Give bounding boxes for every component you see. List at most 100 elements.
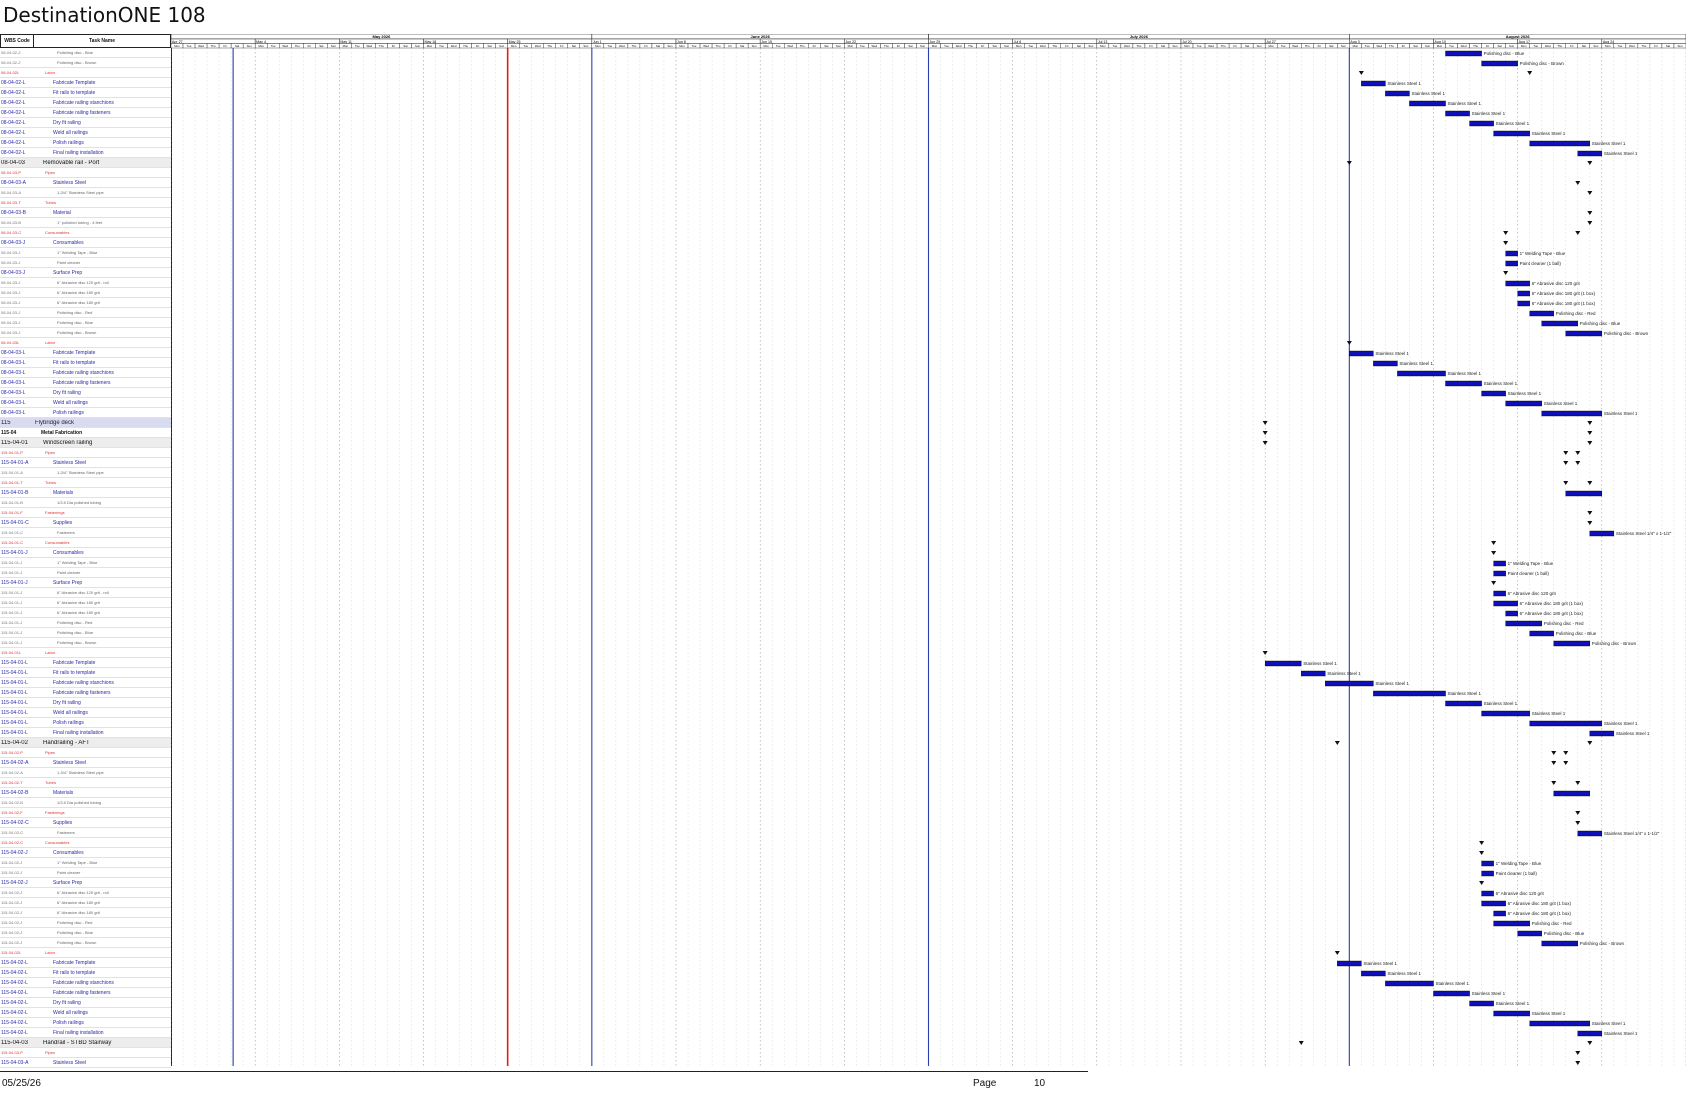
table-row[interactable]: 115-04-03 Handrail - STBD Stairway — [0, 1038, 171, 1048]
table-row[interactable]: 115-04-02-C Supplies — [0, 818, 171, 828]
table-row[interactable]: 08-04-02-L Fabricate railing stanchions — [0, 98, 171, 108]
table-row[interactable]: 115-04-02-J Polishing disc - Blue — [0, 928, 171, 938]
table-row[interactable]: 115-04-02-C Consumables — [0, 838, 171, 848]
table-row[interactable]: 115-04-03-A Stainless Steel — [0, 1058, 171, 1068]
table-row[interactable]: 115-04-01-A Stainless Steel — [0, 458, 171, 468]
table-row[interactable]: 115-04-01-J Polishing disc - Brown — [0, 638, 171, 648]
table-row[interactable]: 115-04-02-L Fabricate Template — [0, 958, 171, 968]
table-row[interactable]: 08-04-02-L Fabricate railing fasteners — [0, 108, 171, 118]
table-row[interactable]: 115-04-01L Labor — [0, 648, 171, 658]
table-row[interactable]: 115-04-01-L Fabricate Template — [0, 658, 171, 668]
table-row[interactable]: 08-04-03-J Paint cleaner — [0, 258, 171, 268]
table-row[interactable]: 08-04-03-L Fabricate Template — [0, 348, 171, 358]
table-row[interactable]: 08-04-03-L Polish railings — [0, 408, 171, 418]
table-row[interactable]: 115-04-02-A 1-3/4" Stainless Steel pipe — [0, 768, 171, 778]
table-row[interactable]: 115-04-01-J Surface Prep — [0, 578, 171, 588]
table-row[interactable]: 115-04-02-A Stainless Steel — [0, 758, 171, 768]
table-row[interactable]: 115-04-02-J Surface Prep — [0, 878, 171, 888]
table-row[interactable]: 08-04-02-L Fit rails to template — [0, 88, 171, 98]
table-row[interactable]: 115-04-02 Handrailing - AFT — [0, 738, 171, 748]
table-row[interactable]: 115-04-01-J Polishing disc - Blue — [0, 628, 171, 638]
table-row[interactable]: 08-04-02L Labor — [0, 68, 171, 78]
table-row[interactable]: 08-04-03-J 1" Welding Tape - Blue — [0, 248, 171, 258]
table-row[interactable]: 115-04-02-J 6" Abrasive disc 120 grit - r… — [0, 888, 171, 898]
table-row[interactable]: 115-04-02-J 6" Abrasive disc 180 grit — [0, 898, 171, 908]
table-row[interactable]: 115-04-01-T Tubes — [0, 478, 171, 488]
table-row[interactable]: 115-04-02-L Fabricate railing fasteners — [0, 988, 171, 998]
table-row[interactable]: 08-04-02-L Dry fit railing — [0, 118, 171, 128]
table-row[interactable]: 08-04-03-J 6" Abrasive disc 120 grit - ro… — [0, 278, 171, 288]
table-row[interactable]: 08-04-03L Labor — [0, 338, 171, 348]
table-row[interactable]: 115-04-01-P Pipes — [0, 448, 171, 458]
table-row[interactable]: 115-04-02-L Polish railings — [0, 1018, 171, 1028]
table-row[interactable]: 08-04-03-L Fit rails to template — [0, 358, 171, 368]
table-row[interactable]: 115-04-02-F Fastenings — [0, 808, 171, 818]
table-row[interactable]: 08-04-03-A Stainless Steel — [0, 178, 171, 188]
table-row[interactable]: 08-04-03-J 6" Abrasive disc 180 grit — [0, 298, 171, 308]
table-row[interactable]: 115-04-02-L Fit rails to template — [0, 968, 171, 978]
table-row[interactable]: 115-04-01-L Weld all railings — [0, 708, 171, 718]
table-row[interactable]: 08-04-03-J Consumables — [0, 238, 171, 248]
table-row[interactable]: 115-04-03-P Pipes — [0, 1048, 171, 1058]
table-row[interactable]: 115-04-02-L Final railing installation — [0, 1028, 171, 1038]
table-row[interactable]: 115-04-01-J 6" Abrasive disc 120 grit - r… — [0, 588, 171, 598]
table-row[interactable]: 115-04-01-L Fit rails to template — [0, 668, 171, 678]
table-row[interactable]: 115-04-01-L Final railing installation — [0, 728, 171, 738]
table-row[interactable]: 115-04-02-J Paint cleaner — [0, 868, 171, 878]
table-row[interactable]: 08-04-03-J 6" Abrasive disc 180 grit — [0, 288, 171, 298]
table-row[interactable]: 08-04-03-B 1" polished tubing - 4 feet — [0, 218, 171, 228]
table-row[interactable]: 115-04-01-B 1/3.5 Dia polished tubing — [0, 498, 171, 508]
table-row[interactable]: 08-04-03-J Polishing disc - Brown — [0, 328, 171, 338]
table-row[interactable]: 115-04-01-C Supplies — [0, 518, 171, 528]
table-row[interactable]: 115-04-01-C Consumables — [0, 538, 171, 548]
table-row[interactable]: 115-04-02-L Dry fit railing — [0, 998, 171, 1008]
table-row[interactable]: 08-04-03-J Surface Prep — [0, 268, 171, 278]
table-row[interactable]: 08-04-03 Removable rail - Port — [0, 158, 171, 168]
table-row[interactable]: 115-04-02-J Polishing disc - Brown — [0, 938, 171, 948]
table-row[interactable]: 115-04-01-J 6" Abrasive disc 180 grit — [0, 608, 171, 618]
table-row[interactable]: 08-04-03-J Polishing disc - Red — [0, 308, 171, 318]
table-row[interactable]: 115-04-02-T Tubes — [0, 778, 171, 788]
table-row[interactable]: 115-04-01-J Polishing disc - Red — [0, 618, 171, 628]
table-row[interactable]: 08-04-02-L Polish railings — [0, 138, 171, 148]
table-row[interactable]: 115-04-01-J 6" Abrasive disc 180 grit — [0, 598, 171, 608]
table-row[interactable]: 115-04-02-J 1" Welding Tape - Blue — [0, 858, 171, 868]
table-row[interactable]: 08-04-02-L Weld all railings — [0, 128, 171, 138]
table-row[interactable]: 08-04-03-A 1-3/4" Stainless Steel pipe — [0, 188, 171, 198]
table-row[interactable]: 115-04-02-B Materials — [0, 788, 171, 798]
table-row[interactable]: 115-04-01-J Consumables — [0, 548, 171, 558]
table-row[interactable]: 115-04-01-L Fabricate railing stanchions — [0, 678, 171, 688]
table-row[interactable]: 115-04-02-J 6" Abrasive disc 180 grit — [0, 908, 171, 918]
table-row[interactable]: 115-04-01-A 1-3/4" Stainless Steel pipe — [0, 468, 171, 478]
table-row[interactable]: 08-04-03-J Polishing disc - Blue — [0, 318, 171, 328]
table-row[interactable]: 08-04-03-B Material — [0, 208, 171, 218]
table-row[interactable]: 115-04-02-C Fasteners — [0, 828, 171, 838]
table-row[interactable]: 115-04-01-L Fabricate railing fasteners — [0, 688, 171, 698]
table-row[interactable]: 08-04-03-T Tubes — [0, 198, 171, 208]
table-row[interactable]: 08-04-02-L Fabricate Template — [0, 78, 171, 88]
table-row[interactable]: 115-04-01-C Fasteners — [0, 528, 171, 538]
table-row[interactable]: 115-04-01-F Fastenings — [0, 508, 171, 518]
table-row[interactable]: 08-04-02-2 Polishing disc - Brown — [0, 58, 171, 68]
table-row[interactable]: 115-04-02-P Pipes — [0, 748, 171, 758]
table-row[interactable]: 115 Flybridge deck — [0, 418, 171, 428]
table-row[interactable]: 08-04-03-L Dry fit railing — [0, 388, 171, 398]
table-row[interactable]: 115-04-02-L Weld all railings — [0, 1008, 171, 1018]
table-row[interactable]: 08-04-03-C Consumables — [0, 228, 171, 238]
table-row[interactable]: 115-04-01 Windscreen railing — [0, 438, 171, 448]
table-row[interactable]: 08-04-03-L Weld all railings — [0, 398, 171, 408]
table-row[interactable]: 115-04 Metal Fabrication — [0, 428, 171, 438]
table-row[interactable]: 115-04-02-J Polishing disc - Red — [0, 918, 171, 928]
table-row[interactable]: 115-04-02L Labor — [0, 948, 171, 958]
table-row[interactable]: 08-04-02-L Final railing installation — [0, 148, 171, 158]
table-row[interactable]: 115-04-02-L Fabricate railing stanchions — [0, 978, 171, 988]
table-row[interactable]: 115-04-02-J Consumables — [0, 848, 171, 858]
table-row[interactable]: 115-04-01-L Dry fit railing — [0, 698, 171, 708]
table-row[interactable]: 115-04-01-B Materials — [0, 488, 171, 498]
table-row[interactable]: 08-04-03-L Fabricate railing stanchions — [0, 368, 171, 378]
table-row[interactable]: 115-04-01-J Paint cleaner — [0, 568, 171, 578]
table-row[interactable]: 08-04-03-P Pipes — [0, 168, 171, 178]
table-row[interactable]: 08-04-03-L Fabricate railing fasteners — [0, 378, 171, 388]
table-row[interactable]: 115-04-01-L Polish railings — [0, 718, 171, 728]
table-row[interactable]: 115-04-02-B 1/3.5 Dia polished tubing — [0, 798, 171, 808]
